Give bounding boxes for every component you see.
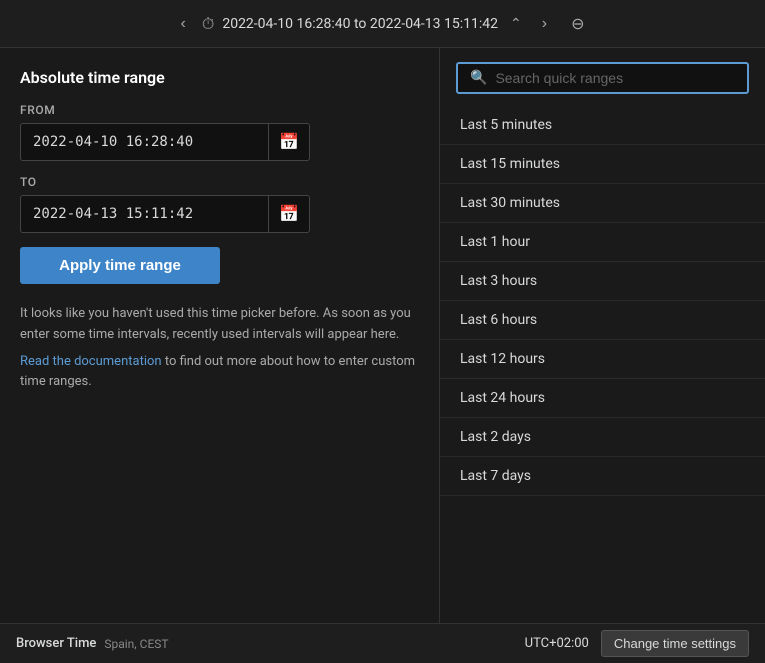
quick-range-item[interactable]: Last 30 minutes [440,184,765,223]
hint-doc-line: Read the documentation to find out more … [20,352,419,394]
time-range-text: 2022-04-10 16:28:40 to 2022-04-13 15:11:… [222,16,498,32]
bottom-right: UTC+02:00 Change time settings [525,630,749,657]
to-label: To [20,175,419,189]
quick-range-item[interactable]: Last 1 hour [440,223,765,262]
browser-time-label: Browser Time [16,636,96,651]
top-bar: ‹ ⏱ 2022-04-10 16:28:40 to 2022-04-13 15… [0,0,765,48]
apply-time-range-button[interactable]: Apply time range [20,247,220,284]
search-icon: 🔍 [470,70,487,86]
right-panel: 🔍 Last 5 minutesLast 15 minutesLast 30 m… [440,48,765,623]
quick-range-item[interactable]: Last 12 hours [440,340,765,379]
from-input[interactable] [21,126,268,158]
to-input-wrapper: 📅 [20,195,310,233]
from-calendar-button[interactable]: 📅 [268,124,309,160]
hint-paragraph: It looks like you haven't used this time… [20,304,419,346]
hint-text-1: It looks like you haven't used this time… [20,306,411,342]
search-wrapper: 🔍 [440,62,765,106]
read-documentation-link[interactable]: Read the documentation [20,354,162,369]
main-content: Absolute time range From 📅 To 📅 Apply ti… [0,48,765,623]
browser-time-sub: Spain, CEST [104,637,168,651]
nav-next-button[interactable]: › [534,11,555,37]
quick-ranges-list: Last 5 minutesLast 15 minutesLast 30 min… [440,106,765,623]
quick-range-item[interactable]: Last 6 hours [440,301,765,340]
utc-offset: UTC+02:00 [525,636,589,651]
from-label: From [20,103,419,117]
section-title: Absolute time range [20,68,419,87]
quick-range-item[interactable]: Last 2 days [440,418,765,457]
search-quick-ranges-input[interactable] [495,70,735,86]
search-box: 🔍 [456,62,749,94]
quick-range-item[interactable]: Last 5 minutes [440,106,765,145]
to-calendar-button[interactable]: 📅 [268,196,309,232]
browser-time: Browser Time Spain, CEST [16,636,169,651]
change-time-settings-button[interactable]: Change time settings [601,630,749,657]
bottom-bar: Browser Time Spain, CEST UTC+02:00 Chang… [0,623,765,663]
clock-icon: ⏱ [202,14,214,34]
quick-range-item[interactable]: Last 15 minutes [440,145,765,184]
quick-range-item[interactable]: Last 7 days [440,457,765,496]
time-range-title: ⏱ 2022-04-10 16:28:40 to 2022-04-13 15:1… [202,11,526,36]
zoom-out-button[interactable]: ⊖ [563,10,592,38]
from-input-wrapper: 📅 [20,123,310,161]
to-input[interactable] [21,198,268,230]
chevron-up-button[interactable]: ⌃ [506,11,526,36]
quick-range-item[interactable]: Last 24 hours [440,379,765,418]
nav-prev-button[interactable]: ‹ [173,11,194,37]
quick-range-item[interactable]: Last 3 hours [440,262,765,301]
left-panel: Absolute time range From 📅 To 📅 Apply ti… [0,48,440,623]
